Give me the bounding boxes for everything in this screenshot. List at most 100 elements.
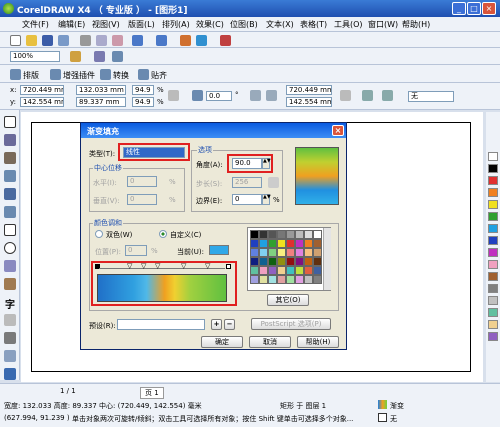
palette-cell[interactable] [277, 248, 286, 257]
ellipse-tool-icon[interactable] [4, 242, 16, 254]
swatch-blue[interactable] [488, 236, 498, 245]
rectangle-tool-icon[interactable] [4, 224, 16, 236]
palette-cell[interactable] [295, 239, 304, 248]
palette-cell[interactable] [304, 257, 313, 266]
mirror-horizontal-icon[interactable] [250, 90, 261, 101]
current-color-swatch[interactable] [209, 245, 229, 255]
menu-window[interactable]: 窗口(W) [368, 19, 398, 30]
palette-cell[interactable] [259, 230, 268, 239]
text-tool-icon[interactable]: 字 [4, 296, 16, 311]
palette-cell[interactable] [304, 239, 313, 248]
snap-align-button[interactable]: 贴齐 [151, 70, 167, 81]
menu-layout[interactable]: 版面(L) [128, 19, 155, 30]
palette-cell[interactable] [304, 275, 313, 284]
scale-x-field[interactable]: 94.9 [132, 85, 154, 95]
application-launcher-icon[interactable] [220, 35, 231, 46]
palette-cell[interactable] [250, 230, 259, 239]
palette-cell[interactable] [268, 266, 277, 275]
paste-icon[interactable] [112, 35, 123, 46]
smart-fill-icon[interactable] [4, 206, 16, 218]
export-icon[interactable] [196, 35, 207, 46]
palette-cell[interactable] [277, 257, 286, 266]
palette-cell[interactable] [268, 230, 277, 239]
zoom-options-icon[interactable] [70, 51, 81, 62]
swatch-orange[interactable] [488, 188, 498, 197]
outline-width-select[interactable]: 无 [408, 91, 454, 102]
undo-icon[interactable] [132, 35, 143, 46]
add-preset-button[interactable]: + [211, 319, 222, 330]
minimize-button[interactable]: _ [452, 2, 466, 15]
swatch-red[interactable] [488, 176, 498, 185]
mirror-vertical-icon[interactable] [266, 90, 277, 101]
swatch-gray[interactable] [488, 284, 498, 293]
palette-cell[interactable] [313, 248, 322, 257]
snap-icon[interactable] [94, 51, 105, 62]
corner-x-field[interactable]: 720.449 mm [286, 85, 332, 95]
palette-cell[interactable] [259, 275, 268, 284]
palette-cell[interactable] [250, 248, 259, 257]
ok-button[interactable]: 确定 [201, 336, 243, 348]
swatch-purple[interactable] [488, 332, 498, 341]
palette-cell[interactable] [286, 248, 295, 257]
shape-tool-icon[interactable] [4, 134, 16, 146]
palette-cell[interactable] [286, 275, 295, 284]
open-folder-icon[interactable] [26, 35, 37, 46]
menu-help[interactable]: 帮助(H) [402, 19, 430, 30]
enhance-plugin-button[interactable]: 增强插件 [63, 70, 95, 81]
polygon-tool-icon[interactable] [4, 260, 16, 272]
palette-cell[interactable] [295, 275, 304, 284]
menu-tools[interactable]: 工具(O) [334, 19, 363, 30]
palette-cell[interactable] [304, 266, 313, 275]
menu-bitmaps[interactable]: 位图(B) [230, 19, 258, 30]
menu-effects[interactable]: 效果(C) [196, 19, 224, 30]
scale-y-field[interactable]: 94.9 [132, 97, 154, 107]
palette-cell[interactable] [313, 230, 322, 239]
gradient-preview[interactable] [295, 147, 339, 205]
remove-preset-button[interactable]: − [224, 319, 235, 330]
swatch-pink[interactable] [488, 260, 498, 269]
import-icon[interactable] [180, 35, 191, 46]
print-icon[interactable] [58, 35, 69, 46]
swatch-white[interactable] [488, 152, 498, 161]
swatch-brown[interactable] [488, 272, 498, 281]
two-color-radio[interactable] [95, 230, 103, 238]
swatch-tan[interactable] [488, 320, 498, 329]
cut-icon[interactable] [80, 35, 91, 46]
palette-cell[interactable] [268, 275, 277, 284]
palette-cell[interactable] [313, 257, 322, 266]
palette-cell[interactable] [295, 248, 304, 257]
palette-cell[interactable] [268, 248, 277, 257]
menu-view[interactable]: 视图(V) [92, 19, 120, 30]
cancel-button[interactable]: 取消 [249, 336, 291, 348]
convert-button[interactable]: 转换 [113, 70, 129, 81]
copy-icon[interactable] [96, 35, 107, 46]
page-navigator[interactable]: 1 / 1 [60, 387, 76, 395]
palette-cell[interactable] [286, 257, 295, 266]
to-curves-icon[interactable] [382, 90, 393, 101]
rotation-angle-field[interactable]: 0.0 [206, 91, 232, 101]
redo-icon[interactable] [156, 35, 167, 46]
other-colors-button[interactable]: 其它(O) [267, 294, 309, 306]
palette-cell[interactable] [277, 275, 286, 284]
menu-arrange[interactable]: 排列(A) [162, 19, 190, 30]
palette-cell[interactable] [313, 275, 322, 284]
palette-cell[interactable] [286, 239, 295, 248]
options-icon[interactable] [112, 51, 123, 62]
lock-ratio-icon[interactable] [168, 90, 179, 101]
swatch-cyan[interactable] [488, 224, 498, 233]
swatch-black[interactable] [488, 164, 498, 173]
presets-select[interactable] [117, 319, 205, 330]
menu-text[interactable]: 文本(X) [266, 19, 294, 30]
swatch-teal[interactable] [488, 308, 498, 317]
menu-table[interactable]: 表格(T) [300, 19, 327, 30]
palette-cell[interactable] [313, 239, 322, 248]
help-button[interactable]: 帮助(H) [297, 336, 339, 348]
palette-cell[interactable] [268, 257, 277, 266]
edge-pad-spinner[interactable]: ▲▼ [262, 194, 271, 205]
palette-cell[interactable] [277, 230, 286, 239]
zoom-tool-icon[interactable] [4, 170, 16, 182]
menu-file[interactable]: 文件(F) [22, 19, 49, 30]
palette-cell[interactable] [268, 239, 277, 248]
new-document-icon[interactable] [10, 35, 21, 46]
basic-shapes-icon[interactable] [4, 278, 16, 290]
